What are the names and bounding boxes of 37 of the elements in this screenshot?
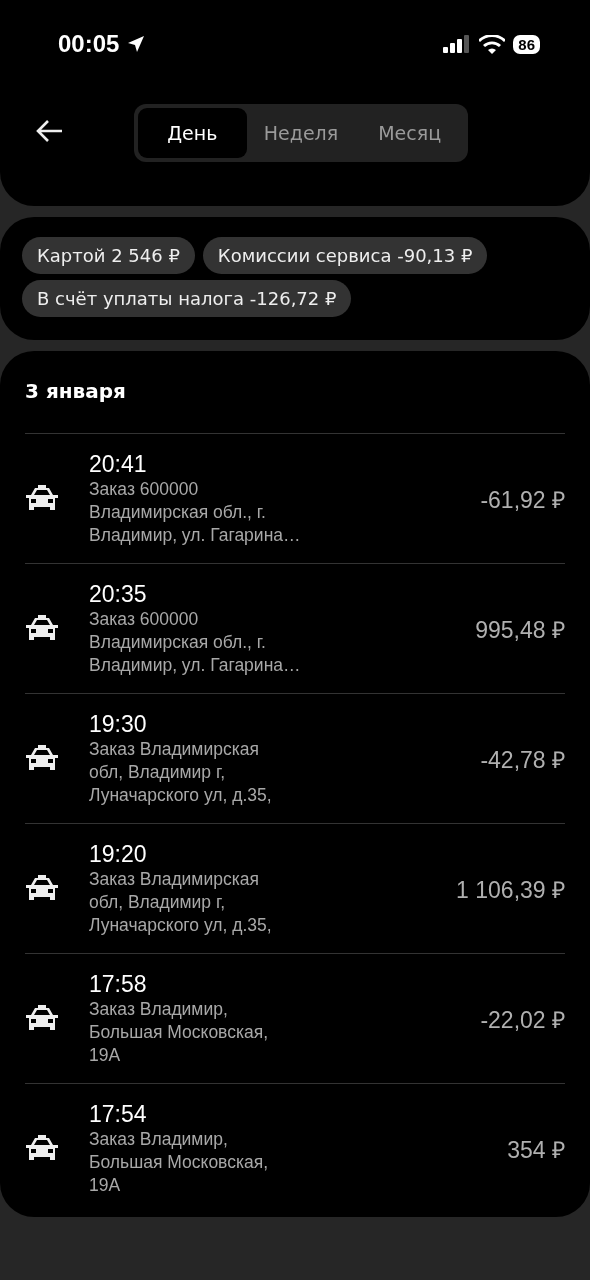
transaction-time: 20:41 xyxy=(89,450,148,478)
taxi-icon xyxy=(25,744,59,773)
status-time: 00:05 xyxy=(58,30,120,58)
period-tab[interactable]: День xyxy=(138,108,247,158)
location-arrow-icon xyxy=(127,35,146,53)
summary-chip: В счёт уплаты налога -126,72 ₽ xyxy=(22,280,352,317)
transaction-description: Заказ Владимир, Большая Московская, 19А xyxy=(89,997,270,1067)
taxi-icon xyxy=(25,614,59,643)
transaction-amount: -22,02 ₽ xyxy=(480,1005,565,1035)
transaction-amount: 1 106,39 ₽ xyxy=(456,875,565,905)
taxi-icon xyxy=(25,484,59,513)
signal-icon xyxy=(443,35,472,53)
transaction-time: 19:20 xyxy=(89,840,148,868)
back-arrow-icon[interactable] xyxy=(36,119,64,143)
summary-chip: Комиссии сервиса -90,13 ₽ xyxy=(202,237,488,274)
taxi-icon xyxy=(25,1004,59,1033)
transaction-time: 19:30 xyxy=(89,710,148,738)
transaction-amount: 354 ₽ xyxy=(507,1135,565,1165)
date-heading: 3 января xyxy=(25,378,127,405)
transaction-description: Заказ Владимирская обл, Владимир г, Луначарского ул, д.35, xyxy=(89,737,273,807)
transaction-amount: -42,78 ₽ xyxy=(480,745,565,775)
transaction-amount: -61,92 ₽ xyxy=(480,485,565,515)
taxi-icon xyxy=(25,1134,59,1163)
transaction-time: 20:35 xyxy=(89,580,148,608)
period-tab[interactable]: Неделя xyxy=(246,108,356,158)
taxi-icon xyxy=(25,874,59,903)
transaction-description: Заказ 600000 Владимирская обл., г. Владимир, ул. Гагарина… xyxy=(89,607,302,677)
battery-level: 86 xyxy=(513,34,540,54)
transaction-amount: 995,48 ₽ xyxy=(475,615,565,645)
transaction-description: Заказ Владимир, Большая Московская, 19А xyxy=(89,1127,270,1197)
wifi-icon xyxy=(479,34,506,54)
transaction-description: Заказ 600000 Владимирская обл., г. Владимир, ул. Гагарина… xyxy=(89,477,302,547)
transaction-time: 17:54 xyxy=(89,1100,148,1128)
period-tab[interactable]: Месяц xyxy=(355,108,464,158)
transaction-description: Заказ Владимирская обл, Владимир г, Луначарского ул, д.35, xyxy=(89,867,273,937)
transaction-time: 17:58 xyxy=(89,970,148,998)
summary-chip: Картой 2 546 ₽ xyxy=(22,237,195,274)
